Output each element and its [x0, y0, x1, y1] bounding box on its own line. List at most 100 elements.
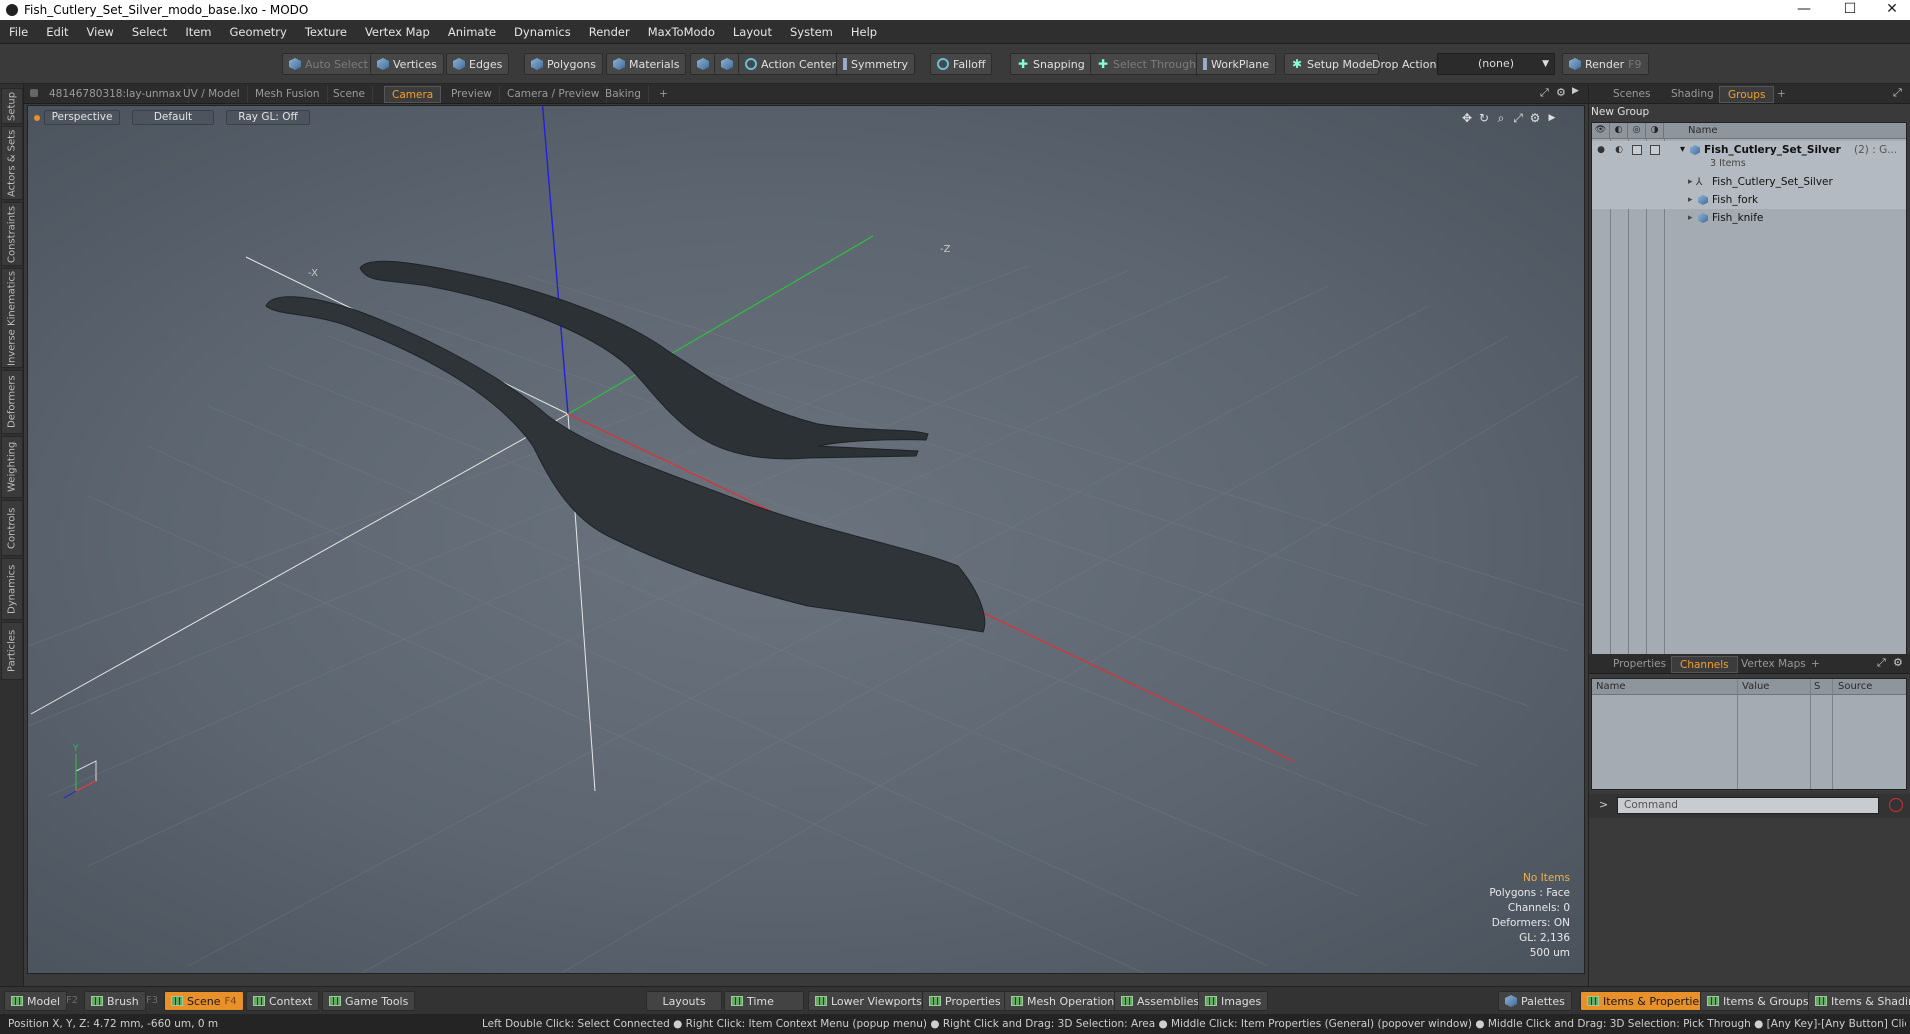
menu-system[interactable]: System: [781, 25, 842, 39]
add-tab-button[interactable]: +: [652, 86, 675, 103]
assemblies-button[interactable]: Assemblies: [1114, 991, 1207, 1011]
list-item[interactable]: ▸ Fish_knife: [1592, 209, 1906, 227]
menu-geometry[interactable]: Geometry: [221, 25, 296, 39]
render-column-icon[interactable]: ◐: [1610, 123, 1628, 139]
tab-setup[interactable]: Setup: [1, 88, 23, 124]
lock-column-icon[interactable]: ◎: [1628, 123, 1646, 139]
scene-button[interactable]: Scene F4: [164, 991, 244, 1011]
visibility-column-icon[interactable]: 👁: [1592, 123, 1610, 139]
command-history-icon[interactable]: [1889, 798, 1903, 812]
raygl-button[interactable]: Ray GL: Off: [226, 110, 310, 125]
tab-controls[interactable]: Controls: [1, 500, 23, 556]
list-item[interactable]: ▸ Fish_fork: [1592, 191, 1906, 209]
brush-button[interactable]: Brush: [84, 991, 146, 1011]
select-through-button[interactable]: ✚ Select Through: [1090, 53, 1204, 75]
viewport-more-icon[interactable]: ▶: [1545, 111, 1559, 125]
menu-animate[interactable]: Animate: [439, 25, 505, 39]
falloff-button[interactable]: Falloff: [930, 53, 993, 75]
tab-camera-preview[interactable]: Camera / Preview: [500, 86, 608, 103]
vertices-button[interactable]: Vertices: [370, 53, 444, 75]
tab-uv-model[interactable]: UV / Model: [176, 86, 248, 103]
tab-properties[interactable]: Properties: [1605, 656, 1674, 673]
palettes-button[interactable]: Palettes: [1498, 991, 1572, 1011]
maximize-button[interactable]: ☐: [1828, 0, 1872, 20]
tab-deformers[interactable]: Deformers: [1, 370, 23, 434]
menu-texture[interactable]: Texture: [296, 25, 356, 39]
rotate-icon[interactable]: ↻: [1477, 111, 1491, 125]
fit-icon[interactable]: ⤢: [1511, 111, 1525, 125]
lower-viewports-button[interactable]: Lower Viewports: [808, 991, 929, 1011]
shading-style-button[interactable]: Default: [132, 110, 214, 125]
panel-maximize-icon[interactable]: ⤢: [1893, 86, 1902, 100]
zoom-icon[interactable]: ⌕: [1494, 111, 1508, 125]
tab-expand-icon[interactable]: ▶: [1572, 86, 1579, 96]
layouts-button[interactable]: Layouts: [646, 991, 722, 1011]
items-shading-button[interactable]: Items & Shading: [1808, 991, 1910, 1011]
expand-arrow-icon[interactable]: ▸: [1688, 209, 1693, 227]
viewport-options-icon[interactable]: [34, 115, 40, 121]
tab-scene[interactable]: Scene: [326, 86, 374, 103]
menu-render[interactable]: Render: [580, 25, 639, 39]
expand-arrow-icon[interactable]: ▸: [1688, 173, 1693, 191]
menu-file[interactable]: File: [0, 25, 37, 39]
pan-icon[interactable]: ✥: [1460, 111, 1474, 125]
tab-scenes[interactable]: Scenes: [1605, 86, 1658, 103]
group-row-root[interactable]: ● ◐ ▾ Fish_Cutlery_Set_Silver (2) : G...…: [1592, 141, 1906, 173]
mesh-operations-button[interactable]: Mesh Operations: [1004, 991, 1127, 1011]
tab-particles[interactable]: Particles: [1, 622, 23, 680]
tab-baking[interactable]: Baking: [598, 86, 649, 103]
add-properties-tab-button[interactable]: +: [1803, 656, 1828, 673]
properties-maximize-icon[interactable]: ⤢: [1877, 656, 1886, 670]
list-item[interactable]: ▸ ⅄ Fish_Cutlery_Set_Silver: [1592, 173, 1906, 191]
select-mode-a-button[interactable]: [690, 53, 716, 75]
collapse-arrow-icon[interactable]: ▾: [1680, 141, 1685, 159]
tab-shading[interactable]: Shading: [1663, 86, 1722, 103]
game-tools-button[interactable]: Game Tools: [322, 991, 416, 1011]
select-column-icon[interactable]: ◑: [1646, 123, 1664, 139]
tab-actors-sets[interactable]: Actors & Sets: [1, 126, 23, 200]
tab-lay-unmax[interactable]: 48146780318:lay-unmax: [42, 86, 190, 103]
menu-dynamics[interactable]: Dynamics: [505, 25, 580, 39]
snapping-button[interactable]: ✚ Snapping: [1010, 53, 1092, 75]
viewport-gear-icon[interactable]: ⚙: [1528, 111, 1542, 125]
context-button[interactable]: Context: [246, 991, 320, 1011]
polygons-button[interactable]: Polygons: [524, 53, 603, 75]
render-button[interactable]: Render F9: [1562, 53, 1649, 75]
3d-viewport[interactable]: -X -Z Y Perspective Default Ray GL: Off …: [27, 105, 1585, 974]
menu-select[interactable]: Select: [123, 25, 176, 39]
expand-arrow-icon[interactable]: ▸: [1688, 191, 1693, 209]
action-center-button[interactable]: Action Center: [738, 53, 843, 75]
materials-button[interactable]: Materials: [606, 53, 687, 75]
tab-preview[interactable]: Preview: [444, 86, 500, 103]
properties-button[interactable]: Properties: [922, 991, 1008, 1011]
tab-camera[interactable]: Camera: [384, 86, 442, 103]
time-button[interactable]: Time: [724, 991, 804, 1011]
menu-vertex-map[interactable]: Vertex Map: [356, 25, 439, 39]
new-group-button[interactable]: New Group: [1591, 106, 1649, 118]
setup-mode-button[interactable]: ✱ Setup Mode: [1284, 53, 1380, 75]
symmetry-button[interactable]: Symmetry: [836, 53, 916, 75]
menu-item[interactable]: Item: [176, 25, 220, 39]
tab-weighting[interactable]: Weighting: [1, 436, 23, 498]
model-button[interactable]: Model: [4, 991, 68, 1011]
tab-constraints[interactable]: Constraints: [1, 202, 23, 266]
select-mode-b-button[interactable]: [714, 53, 740, 75]
visibility-eye-icon[interactable]: ●: [1595, 145, 1607, 155]
tab-mesh-fusion[interactable]: Mesh Fusion: [248, 86, 328, 103]
tab-groups[interactable]: Groups: [1719, 86, 1775, 103]
select-checkbox[interactable]: [1650, 145, 1660, 155]
tab-dynamics[interactable]: Dynamics: [1, 558, 23, 620]
auto-select-button[interactable]: Auto Select: [282, 53, 375, 75]
workplane-button[interactable]: WorkPlane: [1196, 53, 1277, 75]
menu-edit[interactable]: Edit: [37, 25, 77, 39]
edges-button[interactable]: Edges: [446, 53, 510, 75]
tab-channels[interactable]: Channels: [1671, 656, 1738, 673]
tab-vertex-maps[interactable]: Vertex Maps: [1733, 656, 1814, 673]
close-button[interactable]: ✕: [1870, 0, 1910, 20]
images-button[interactable]: Images: [1198, 991, 1269, 1011]
menu-maxtomodo[interactable]: MaxToModo: [639, 25, 724, 39]
add-panel-tab-button[interactable]: +: [1769, 86, 1794, 103]
maximize-viewport-icon[interactable]: ⤢: [1540, 86, 1549, 100]
lock-checkbox[interactable]: [1632, 145, 1642, 155]
minimize-button[interactable]: —: [1782, 0, 1826, 20]
